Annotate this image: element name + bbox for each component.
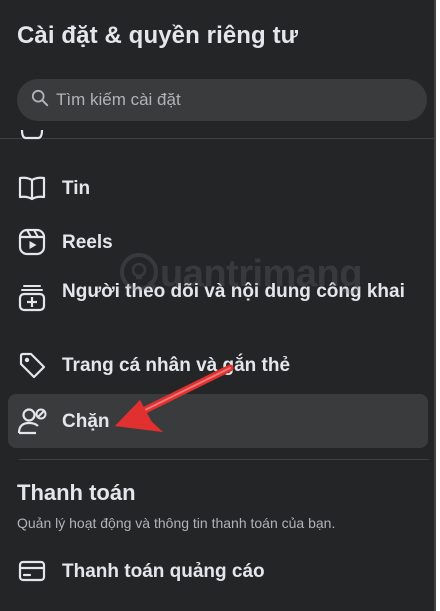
settings-item-profile-tagging[interactable]: Trang cá nhân và gắn thẻ (8, 350, 428, 380)
divider (19, 459, 429, 460)
credit-card-icon (17, 556, 47, 586)
settings-item-label: Tin (62, 177, 91, 199)
settings-item-label: Reels (62, 231, 113, 253)
partial-icon (17, 116, 47, 146)
reels-icon (17, 227, 47, 257)
section-title-payments: Thanh toán (17, 480, 136, 505)
add-followers-icon (17, 282, 47, 312)
settings-item-label: Chặn (62, 411, 110, 432)
settings-item-label: Thanh toán quảng cáo (62, 560, 265, 582)
section-description: Quản lý hoạt động và thông tin thanh toá… (17, 515, 336, 531)
settings-panel: Cài đặt & quyền riêng tư Tin Reels Người… (0, 0, 436, 611)
settings-item-block[interactable]: Chặn (8, 394, 428, 448)
settings-item-tin[interactable]: Tin (8, 173, 428, 203)
settings-item-reels[interactable]: Reels (8, 227, 428, 257)
book-icon (17, 173, 47, 203)
search-icon (31, 89, 49, 112)
settings-item-followers[interactable]: Người theo dõi và nội dung công khai (8, 278, 428, 332)
search-bar[interactable] (17, 79, 427, 121)
block-user-icon (17, 406, 47, 436)
tag-icon (17, 350, 47, 380)
search-input[interactable] (56, 90, 396, 110)
settings-item-label: Người theo dõi và nội dung công khai (62, 281, 405, 302)
page-title: Cài đặt & quyền riêng tư (17, 22, 299, 49)
scrollbar[interactable] (436, 0, 440, 611)
settings-item-partial[interactable] (8, 122, 428, 146)
settings-item-label: Trang cá nhân và gắn thẻ (62, 354, 291, 376)
settings-item-ad-payments[interactable]: Thanh toán quảng cáo (8, 556, 428, 586)
